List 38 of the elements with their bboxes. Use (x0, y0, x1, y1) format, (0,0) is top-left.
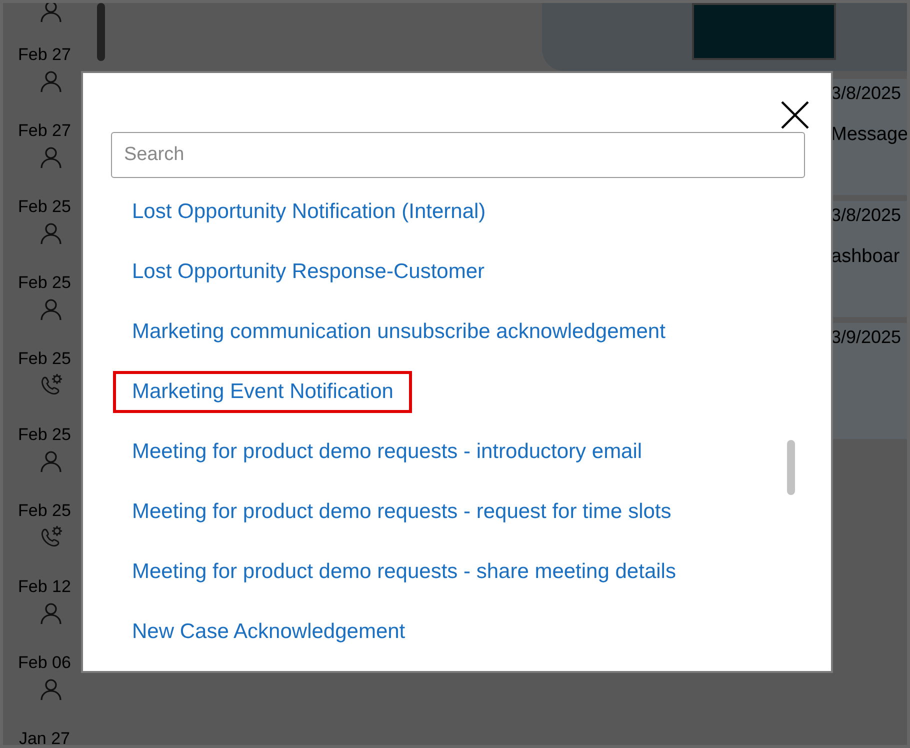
template-link[interactable]: Meeting for product demo requests - request for time slots (113, 491, 690, 533)
record-title: Message (831, 124, 907, 146)
scrollbar[interactable] (97, 3, 105, 61)
person-icon (38, 449, 62, 473)
date-label: Feb 06 (18, 653, 71, 673)
person-icon (38, 145, 62, 169)
person-icon (38, 601, 62, 625)
date-label: Feb 25 (18, 425, 71, 445)
date-label: Feb 25 (18, 501, 71, 521)
template-link[interactable]: Marketing Event Notification (113, 371, 412, 413)
close-button[interactable] (779, 99, 811, 132)
date-label: Feb 25 (18, 273, 71, 293)
date-label: Feb 27 (18, 45, 71, 65)
person-icon (38, 297, 62, 321)
person-icon (38, 221, 62, 245)
template-link[interactable]: Marketing communication unsubscribe acknowledgement (113, 311, 684, 353)
scrollbar-thumb[interactable] (787, 440, 795, 495)
template-link[interactable]: New Case Acknowledgement (113, 611, 424, 653)
template-link[interactable]: Meeting for product demo requests - introductory email (113, 431, 662, 473)
date-label: 3/9/2025 (831, 327, 902, 348)
template-link[interactable]: Lost Opportunity Response-Customer (113, 251, 504, 293)
date-label: 3/8/2025 (831, 83, 902, 104)
template-link[interactable]: Lost Opportunity Notification (Internal) (113, 191, 505, 233)
date-label: Feb 25 (18, 197, 71, 217)
person-icon (38, 677, 62, 701)
phone-gear-icon (38, 373, 62, 397)
record-title: ashboar (831, 246, 901, 268)
template-link[interactable]: Meeting for product demo requests - share meeting details (113, 551, 695, 593)
phone-gear-icon (38, 525, 62, 549)
date-label: Feb 12 (18, 577, 71, 597)
date-label: Feb 25 (18, 349, 71, 369)
close-icon (780, 100, 810, 130)
person-icon (38, 69, 62, 93)
date-label: 3/8/2025 (831, 205, 902, 226)
person-icon (38, 3, 62, 23)
search-field[interactable]: Search (111, 132, 805, 178)
date-label: Jan 27 (18, 729, 70, 745)
date-label: Feb 27 (18, 121, 71, 141)
